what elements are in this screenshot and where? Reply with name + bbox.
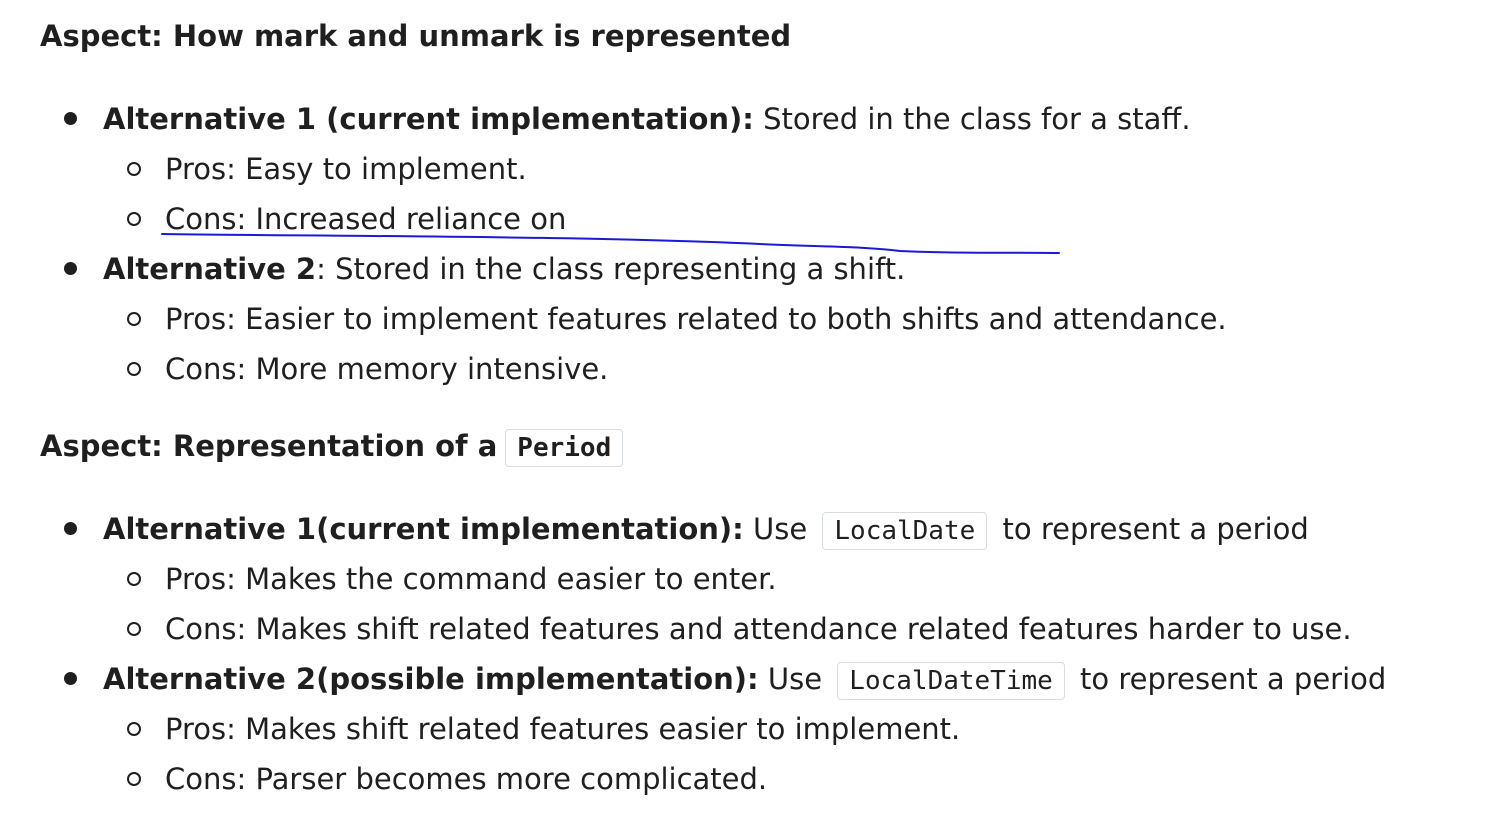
list-item-pros: Pros: Makes the command easier to enter. xyxy=(0,554,1386,604)
cons-text: Cons: Makes shift related features and a… xyxy=(165,612,1352,646)
inline-code-localdate: LocalDate xyxy=(822,512,988,550)
section-heading-mark-unmark: Aspect: How mark and unmark is represent… xyxy=(40,19,792,53)
bullet-disc-icon xyxy=(64,262,77,275)
list-item-pros: Pros: Makes shift related features easie… xyxy=(0,704,1386,754)
bullet-circle-icon xyxy=(127,162,141,176)
list-item-cons: Cons: Makes shift related features and a… xyxy=(0,604,1386,654)
bullet-circle-icon xyxy=(127,772,141,786)
list-item-alternative-1: Alternative 1(current implementation): U… xyxy=(0,504,1386,554)
alternative-text: : Stored in the class representing a shi… xyxy=(316,252,906,286)
pros-text: Pros: Makes shift related features easie… xyxy=(165,712,961,746)
section-heading-period: Aspect: Representation of a Period xyxy=(40,429,629,467)
cons-text: Cons: Increased reliance on xyxy=(165,202,567,236)
alternative-label: Alternative 1 (current implementation): xyxy=(103,102,754,136)
list-item-cons: Cons: Increased reliance on xyxy=(0,194,1227,244)
alternative-text: Use xyxy=(743,512,808,546)
bullet-circle-icon xyxy=(127,572,141,586)
alternative-label: Alternative 2 xyxy=(103,252,317,286)
bullet-disc-icon xyxy=(64,112,77,125)
list-item-alternative-2: Alternative 2: Stored in the class repre… xyxy=(0,244,1227,294)
period-alternatives-list: Alternative 1(current implementation): U… xyxy=(0,504,1386,804)
mark-unmark-alternatives-list: Alternative 1 (current implementation): … xyxy=(0,94,1227,394)
alternative-label: Alternative 2(possible implementation): xyxy=(103,662,759,696)
cons-text: Cons: Parser becomes more complicated. xyxy=(165,762,768,796)
list-item-cons: Cons: More memory intensive. xyxy=(0,344,1227,394)
bullet-circle-icon xyxy=(127,622,141,636)
alternative-text: Use xyxy=(758,662,823,696)
list-item-pros: Pros: Easier to implement features relat… xyxy=(0,294,1227,344)
inline-code-period: Period xyxy=(505,429,624,467)
bullet-disc-icon xyxy=(64,522,77,535)
heading-text: Aspect: Representation of a xyxy=(40,429,498,463)
list-item-alternative-1: Alternative 1 (current implementation): … xyxy=(0,94,1227,144)
pros-text: Pros: Easy to implement. xyxy=(165,152,527,186)
bullet-circle-icon xyxy=(127,312,141,326)
bullet-disc-icon xyxy=(64,672,77,685)
list-item-cons: Cons: Parser becomes more complicated. xyxy=(0,754,1386,804)
list-item-pros: Pros: Easy to implement. xyxy=(0,144,1227,194)
pros-text: Pros: Makes the command easier to enter. xyxy=(165,562,777,596)
alternative-text: to represent a period xyxy=(1080,662,1387,696)
inline-code-localdatetime: LocalDateTime xyxy=(837,662,1065,700)
alternative-label: Alternative 1(current implementation): xyxy=(103,512,744,546)
pros-text: Pros: Easier to implement features relat… xyxy=(165,302,1227,336)
list-item-alternative-2: Alternative 2(possible implementation): … xyxy=(0,654,1386,704)
cons-text: Cons: More memory intensive. xyxy=(165,352,609,386)
alternative-text: to represent a period xyxy=(1002,512,1309,546)
alternative-text: Stored in the class for a staff. xyxy=(753,102,1191,136)
bullet-circle-icon xyxy=(127,212,141,226)
bullet-circle-icon xyxy=(127,362,141,376)
bullet-circle-icon xyxy=(127,722,141,736)
